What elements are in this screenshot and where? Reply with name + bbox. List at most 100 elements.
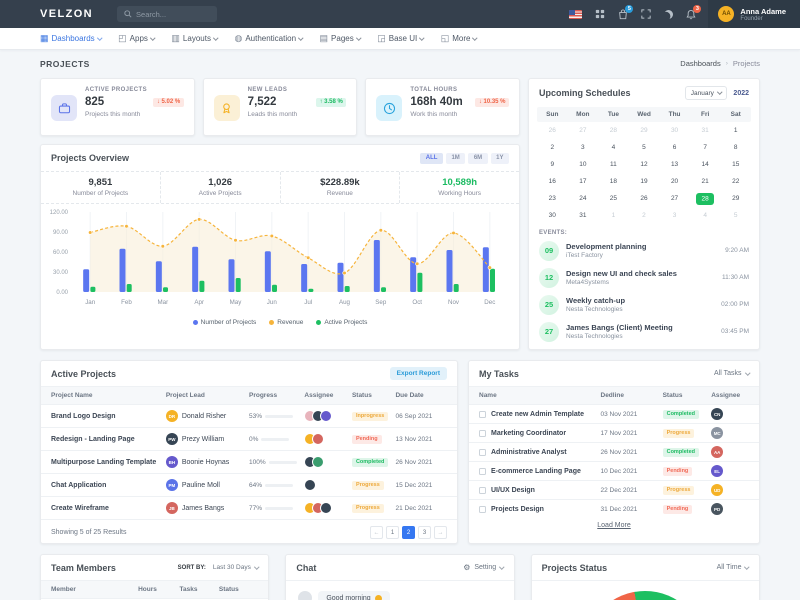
calendar-day[interactable]: 1 bbox=[720, 122, 751, 139]
page-button-next[interactable]: → bbox=[434, 526, 447, 539]
fullscreen-icon[interactable] bbox=[641, 9, 651, 19]
chat-setting[interactable]: ⚙ Setting bbox=[463, 564, 503, 572]
calendar-day[interactable]: 15 bbox=[720, 156, 751, 173]
calendar-day[interactable]: 1 bbox=[598, 207, 629, 224]
calendar-day[interactable]: 2 bbox=[629, 207, 660, 224]
search-input[interactable] bbox=[136, 10, 210, 19]
range-button-1y[interactable]: 1Y bbox=[491, 153, 509, 164]
calendar-day[interactable]: 13 bbox=[659, 156, 690, 173]
calendar-day[interactable]: 5 bbox=[720, 207, 751, 224]
view-all-events-link[interactable]: View all Events bbox=[529, 345, 759, 350]
calendar-day[interactable]: 26 bbox=[629, 190, 660, 207]
calendar-day-number: 10 bbox=[579, 161, 586, 168]
calendar-day[interactable]: 30 bbox=[537, 207, 568, 224]
all-time-filter[interactable]: All Time bbox=[717, 564, 749, 571]
page-button-3[interactable]: 3 bbox=[418, 526, 431, 539]
range-button-all[interactable]: ALL bbox=[420, 153, 443, 164]
calendar-day[interactable]: 22 bbox=[720, 173, 751, 190]
load-more-link[interactable]: Load More bbox=[469, 518, 759, 533]
menu-item-more[interactable]: ◱More bbox=[441, 34, 477, 43]
calendar-day[interactable]: 27 bbox=[568, 122, 599, 139]
table-row[interactable]: Multipurpose Landing TemplateBHBoonie Ho… bbox=[41, 450, 457, 473]
calendar-day[interactable]: 28 bbox=[598, 122, 629, 139]
calendar-day[interactable]: 11 bbox=[598, 156, 629, 173]
event-item[interactable]: 25Weekly catch-upNesta Technologies02:00… bbox=[529, 291, 759, 318]
table-row[interactable]: Chat ApplicationPMPauline Moll64%Progres… bbox=[41, 473, 457, 496]
calendar-day[interactable]: 29 bbox=[720, 190, 751, 207]
table-row[interactable]: Redesign - Landing PagePWPrezy William0%… bbox=[41, 427, 457, 450]
topbar-search[interactable] bbox=[117, 6, 217, 22]
menu-item-pages[interactable]: ▤Pages bbox=[320, 34, 361, 43]
calendar-day[interactable]: 3 bbox=[659, 207, 690, 224]
task-checkbox[interactable] bbox=[479, 411, 486, 418]
calendar-day[interactable]: 27 bbox=[659, 190, 690, 207]
menu-item-layouts[interactable]: ▥Layouts bbox=[171, 34, 217, 43]
calendar-day[interactable]: 21 bbox=[690, 173, 721, 190]
task-checkbox[interactable] bbox=[479, 449, 486, 456]
task-row[interactable]: Projects Design31 Dec 2021PendingPD bbox=[469, 499, 759, 518]
sort-by-filter[interactable]: SORT BY: Last 30 Days bbox=[178, 564, 259, 571]
breadcrumb-item[interactable]: Dashboards bbox=[680, 59, 720, 68]
page-button-prev[interactable]: ← bbox=[370, 526, 383, 539]
all-tasks-filter[interactable]: All Tasks bbox=[714, 370, 749, 377]
calendar-day[interactable]: 26 bbox=[537, 122, 568, 139]
table-row[interactable]: Create WireframeJBJames Bangs77%Progress… bbox=[41, 496, 457, 519]
task-checkbox[interactable] bbox=[479, 487, 486, 494]
task-row[interactable]: UI/UX Design22 Dec 2021ProgressUD bbox=[469, 480, 759, 499]
task-row[interactable]: Create new Admin Template03 Nov 2021Comp… bbox=[469, 404, 759, 423]
shopping-bag-icon[interactable]: 5 bbox=[618, 9, 628, 20]
task-checkbox[interactable] bbox=[479, 506, 486, 513]
task-row[interactable]: E-commerce Landing Page10 Dec 2021Pendin… bbox=[469, 461, 759, 480]
calendar-day[interactable]: 2 bbox=[537, 139, 568, 156]
apps-grid-icon[interactable] bbox=[595, 9, 605, 19]
page-button-2[interactable]: 2 bbox=[402, 526, 415, 539]
calendar-day[interactable]: 17 bbox=[568, 173, 599, 190]
calendar-day[interactable]: 8 bbox=[720, 139, 751, 156]
dark-mode-moon-icon[interactable] bbox=[664, 10, 673, 19]
table-row[interactable]: Brand Logo DesignDRDonald Risher53%Inpro… bbox=[41, 404, 457, 427]
calendar-day[interactable]: 19 bbox=[629, 173, 660, 190]
calendar-day[interactable]: 14 bbox=[690, 156, 721, 173]
language-flag-icon[interactable] bbox=[569, 10, 582, 19]
calendar-day[interactable]: 10 bbox=[568, 156, 599, 173]
calendar-day[interactable]: 29 bbox=[629, 122, 660, 139]
calendar-day[interactable]: 30 bbox=[659, 122, 690, 139]
calendar-day[interactable]: 25 bbox=[598, 190, 629, 207]
calendar-day[interactable]: 24 bbox=[568, 190, 599, 207]
calendar-day[interactable]: 28 bbox=[690, 190, 721, 207]
calendar-day[interactable]: 20 bbox=[659, 173, 690, 190]
calendar-day[interactable]: 3 bbox=[568, 139, 599, 156]
calendar-day[interactable]: 31 bbox=[690, 122, 721, 139]
export-report-button[interactable]: Export Report bbox=[390, 367, 447, 380]
calendar-day[interactable]: 4 bbox=[598, 139, 629, 156]
task-checkbox[interactable] bbox=[479, 468, 486, 475]
range-button-1m[interactable]: 1M bbox=[446, 153, 465, 164]
calendar-day[interactable]: 5 bbox=[629, 139, 660, 156]
assignee-avatars bbox=[304, 479, 352, 491]
task-row[interactable]: Marketing Coordinator17 Nov 2021Progress… bbox=[469, 423, 759, 442]
calendar-day[interactable]: 31 bbox=[568, 207, 599, 224]
month-select[interactable]: January bbox=[685, 86, 728, 100]
menu-item-dashboards[interactable]: ▦Dashboards bbox=[40, 34, 101, 43]
calendar-day[interactable]: 12 bbox=[629, 156, 660, 173]
task-name-cell: Marketing Coordinator bbox=[479, 430, 601, 437]
user-menu[interactable]: AA Anna Adame Founder bbox=[708, 0, 800, 28]
calendar-day[interactable]: 7 bbox=[690, 139, 721, 156]
event-item[interactable]: 09Development planningiTest Factory9:20 … bbox=[529, 237, 759, 264]
task-checkbox[interactable] bbox=[479, 430, 486, 437]
calendar-day[interactable]: 16 bbox=[537, 173, 568, 190]
menu-item-authentication[interactable]: ◍Authentication bbox=[234, 34, 302, 43]
calendar-day[interactable]: 18 bbox=[598, 173, 629, 190]
calendar-day[interactable]: 6 bbox=[659, 139, 690, 156]
menu-item-base-ui[interactable]: ◲Base UI bbox=[377, 34, 423, 43]
task-row[interactable]: Administrative Analyst26 Nov 2021Complet… bbox=[469, 442, 759, 461]
menu-item-apps[interactable]: ◰Apps bbox=[118, 34, 154, 43]
range-button-6m[interactable]: 6M bbox=[468, 153, 487, 164]
notifications-bell-icon[interactable]: 3 bbox=[686, 9, 696, 20]
page-button-1[interactable]: 1 bbox=[386, 526, 399, 539]
calendar-day[interactable]: 9 bbox=[537, 156, 568, 173]
calendar-day[interactable]: 4 bbox=[690, 207, 721, 224]
calendar-day[interactable]: 23 bbox=[537, 190, 568, 207]
event-item[interactable]: 27James Bangs (Client) MeetingNesta Tech… bbox=[529, 318, 759, 345]
event-item[interactable]: 12Design new UI and check salesMeta4Syst… bbox=[529, 264, 759, 291]
